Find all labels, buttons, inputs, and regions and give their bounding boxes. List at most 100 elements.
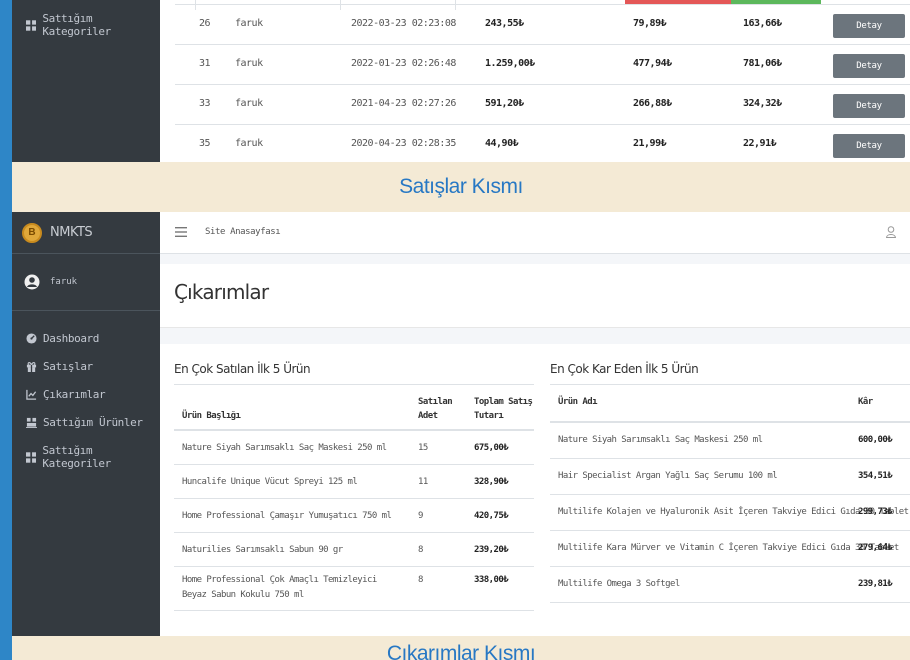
cell-product: Hair Specialist Argan Yağlı Saç Serumu 1…: [558, 471, 778, 481]
sidebar-item-label: Dashboard: [43, 332, 100, 345]
table-row: Huncalife Unique Vücut Spreyi 125 ml 11 …: [174, 465, 534, 499]
cell-total: 338,00₺: [474, 575, 509, 585]
sidebar-item-dashboard[interactable]: Dashboard: [26, 332, 99, 345]
cell-cost: 477,94₺: [633, 58, 672, 69]
cell-qty: 9: [418, 511, 423, 521]
sidebar-item-label: Satışlar: [43, 360, 93, 373]
table-row: Multilife Kolajen ve Hyaluronik Asit İçe…: [550, 495, 910, 531]
hamburger-icon[interactable]: [175, 227, 187, 237]
detail-button[interactable]: Detay: [833, 54, 905, 78]
cell-product: Multilife Kolajen ve Hyaluronik Asit İçe…: [558, 507, 909, 517]
table-row: Naturilies Sarımsaklı Sabun 90 gr 8 239,…: [174, 533, 534, 567]
chart-line-icon: [26, 389, 37, 400]
brand-link[interactable]: B NMKTS: [12, 212, 160, 254]
cell-qty: 8: [418, 545, 423, 555]
table-row: 35 faruk 2020-04-23 02:28:35 44,90₺ 21,9…: [175, 124, 910, 162]
sidebar-item-deductions[interactable]: Çıkarımlar: [26, 388, 106, 401]
cell-user: faruk: [235, 98, 263, 109]
cell-profit: 354,51₺: [858, 471, 893, 481]
cell-cost: 79,89₺: [633, 18, 667, 29]
cell-qty: 8: [418, 575, 423, 585]
cell-date: 2022-03-23 02:23:08: [351, 18, 456, 29]
cell-product: Multilife Kara Mürver ve Vitamin C İçere…: [558, 543, 899, 553]
cell-total: 420,75₺: [474, 511, 509, 521]
header-product-name: Ürün Adı: [558, 397, 598, 407]
grid-icon: [26, 451, 37, 463]
cell-total: 1.259,00₺: [485, 58, 535, 69]
grid-icon: [26, 19, 37, 31]
site-home-link[interactable]: Site Anasayfası: [205, 227, 281, 237]
cell-cost: 21,99₺: [633, 138, 667, 149]
cell-qty: 15: [418, 443, 428, 453]
sidebar-item-label: Sattığım Kategoriler: [42, 444, 111, 470]
header-total-line1: Toplam Satış: [474, 397, 533, 407]
deductions-screenshot: B NMKTS faruk Dashboard Satışlar Çıkarım…: [12, 212, 910, 636]
cell-total: 239,20₺: [474, 545, 509, 555]
cell-id: 35: [199, 138, 211, 149]
cell-date: 2020-04-23 02:28:35: [351, 138, 456, 149]
cell-product: Home Professional Çamaşır Yumuşatıcı 750…: [182, 511, 392, 521]
sidebar: B NMKTS faruk Dashboard Satışlar Çıkarım…: [12, 212, 160, 636]
cell-product: Nature Siyah Sarımsaklı Saç Maskesi 250 …: [182, 443, 387, 453]
table-row: Nature Siyah Sarımsaklı Saç Maskesi 250 …: [174, 431, 534, 465]
sidebar-item-categories[interactable]: Sattığım Kategoriler: [26, 444, 160, 470]
sidebar: Sattığım Kategoriler: [12, 0, 160, 162]
cell-product: Huncalife Unique Vücut Spreyi 125 ml: [182, 477, 358, 487]
sales-screenshot: Sattığım Kategoriler 26 faruk 2022-03-23…: [12, 0, 910, 162]
table-row: Home Professional Çok Amaçlı Temizleyici…: [174, 567, 534, 611]
table-row: 33 faruk 2021-04-23 02:27:26 591,20₺ 266…: [175, 84, 910, 124]
table-row: Hair Specialist Argan Yağlı Saç Serumu 1…: [550, 459, 910, 495]
sidebar-item-label: Sattığım Kategoriler: [42, 12, 111, 38]
cell-id: 26: [199, 18, 211, 29]
cell-user: faruk: [235, 58, 263, 69]
header-profit: Kâr: [858, 397, 873, 407]
sidebar-item-sales[interactable]: Satışlar: [26, 360, 93, 373]
cell-profit: 163,66₺: [743, 18, 782, 29]
cell-total: 328,90₺: [474, 477, 509, 487]
cell-product: Nature Siyah Sarımsaklı Saç Maskesi 250 …: [558, 435, 763, 445]
cell-profit: 239,81₺: [858, 579, 893, 589]
cell-product: Naturilies Sarımsaklı Sabun 90 gr: [182, 545, 343, 555]
gift-icon: [26, 362, 37, 372]
table-header: Ürün Adı Kâr: [550, 385, 910, 423]
table-row: 31 faruk 2022-01-23 02:26:48 1.259,00₺ 4…: [175, 44, 910, 84]
detail-button[interactable]: Detay: [833, 14, 905, 38]
cell-profit: 22,91₺: [743, 138, 777, 149]
top-profit-title: En Çok Kar Eden İlk 5 Ürün: [550, 362, 699, 376]
sales-caption: Satışlar Kısmı: [12, 162, 910, 212]
top-sellers-table: Ürün Başlığı Satılan Adet Toplam Satış T…: [174, 384, 534, 611]
brand-name: NMKTS: [50, 225, 93, 240]
table-row: Home Professional Çamaşır Yumuşatıcı 750…: [174, 499, 534, 533]
content-header: Çıkarımlar: [160, 264, 910, 328]
table-row: Multilife Omega 3 Softgel 239,81₺: [550, 567, 910, 603]
cell-total: 243,55₺: [485, 18, 524, 29]
top-navbar: Site Anasayfası: [160, 212, 910, 254]
table-row: Nature Siyah Sarımsaklı Saç Maskesi 250 …: [550, 423, 910, 459]
user-circle-icon: [24, 274, 40, 290]
warehouse-icon: [26, 417, 37, 428]
detail-button[interactable]: Detay: [833, 134, 905, 158]
detail-button[interactable]: Detay: [833, 94, 905, 118]
user-name: faruk: [50, 277, 78, 287]
sidebar-item-label: Çıkarımlar: [43, 388, 106, 401]
table-row: Multilife Kara Mürver ve Vitamin C İçere…: [550, 531, 910, 567]
divider: [12, 310, 160, 311]
top-sellers-title: En Çok Satılan İlk 5 Ürün: [174, 362, 311, 376]
user-icon[interactable]: [886, 226, 896, 238]
cell-id: 33: [199, 98, 211, 109]
deductions-caption: Çıkarımlar Kısmı: [12, 636, 910, 660]
cell-cost: 266,88₺: [633, 98, 672, 109]
cell-product: Multilife Omega 3 Softgel: [558, 579, 680, 589]
sidebar-item-products[interactable]: Sattığım Ürünler: [26, 416, 143, 429]
cell-date: 2021-04-23 02:27:26: [351, 98, 456, 109]
content-card: En Çok Satılan İlk 5 Ürün En Çok Kar Ede…: [160, 344, 910, 636]
header-total-line2: Tutarı: [474, 411, 504, 421]
user-panel[interactable]: faruk: [24, 274, 77, 290]
header-qty-line2: Adet: [418, 411, 438, 421]
cell-user: faruk: [235, 138, 263, 149]
sidebar-item-categories[interactable]: Sattığım Kategoriler: [26, 12, 160, 38]
cell-user: faruk: [235, 18, 263, 29]
cell-total: 675,00₺: [474, 443, 509, 453]
cell-date: 2022-01-23 02:26:48: [351, 58, 456, 69]
page-title: Çıkarımlar: [174, 280, 269, 304]
